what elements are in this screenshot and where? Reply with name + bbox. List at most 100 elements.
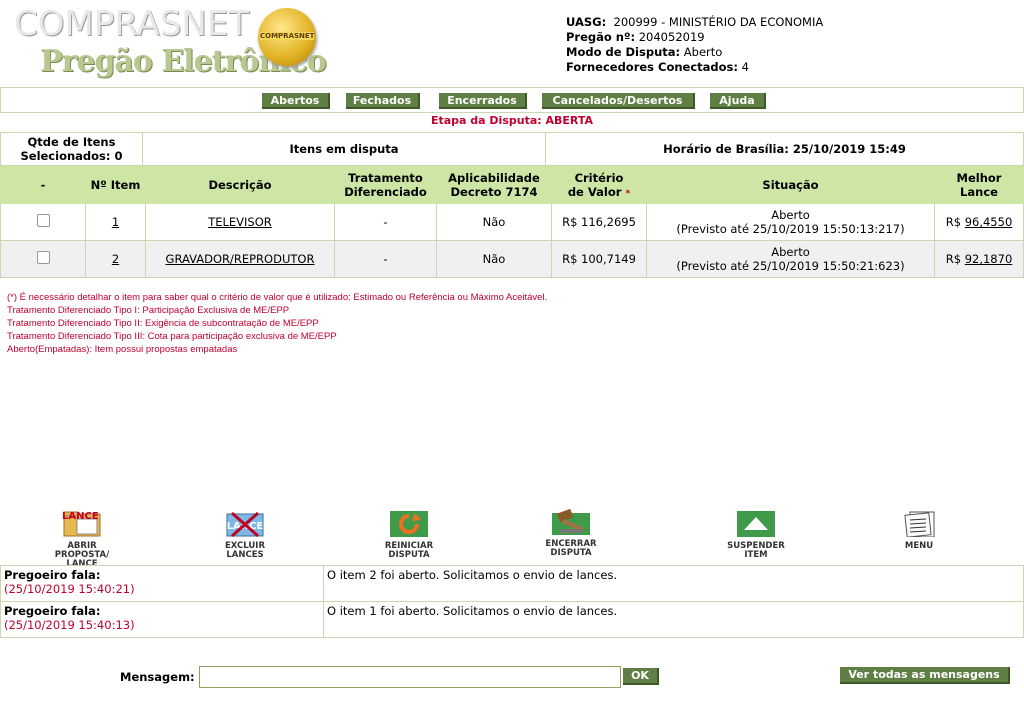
item-number[interactable]: 1 — [85, 203, 146, 241]
horario-brasilia: Horário de Brasília: 25/10/2019 15:49 — [545, 132, 1024, 166]
pregao-line: Pregão nº: 204052019 — [566, 30, 705, 44]
lance-prefix: R$ — [945, 252, 962, 266]
excluir-lances-button[interactable]: LANCE EXCLUIR LANCES — [205, 511, 285, 560]
etapa-disputa: Etapa da Disputa: ABERTA — [430, 114, 594, 127]
excluir-label-2: LANCES — [226, 550, 264, 560]
chat-speaker-cell: Pregoeiro fala: (25/10/2019 15:40:13) — [0, 601, 324, 638]
tab-fechados[interactable]: Fechados — [346, 93, 420, 109]
pregao-value: 204052019 — [638, 30, 705, 44]
col-descricao: Descrição — [145, 166, 335, 204]
summary-row: Qtde de Itens Selecionados: 0 Itens em di… — [0, 132, 1024, 166]
reiniciar-label-2: DISPUTA — [388, 550, 430, 560]
items-table: - Nº Item Descrição Tratamento Diferencia… — [0, 166, 1024, 278]
item-number[interactable]: 2 — [85, 240, 146, 278]
menu-button[interactable]: MENU — [879, 511, 959, 551]
col-criterio-2: de Valor — [567, 185, 622, 199]
item-tratamento: - — [334, 203, 437, 241]
item-number-link[interactable]: 1 — [112, 215, 119, 229]
item-checkbox[interactable] — [36, 214, 50, 227]
fornecedores-value: 4 — [741, 60, 749, 74]
tab-abertos[interactable]: Abertos — [262, 93, 330, 109]
row-checkbox-cell — [0, 240, 86, 278]
col-tratamento: Tratamento Diferenciado — [334, 166, 437, 204]
uasg-value: 200999 - MINISTÉRIO DA ECONOMIA — [613, 15, 824, 29]
item-tratamento: - — [334, 240, 437, 278]
item-number-link[interactable]: 2 — [112, 252, 119, 266]
suspender-label-2: ITEM — [744, 550, 768, 560]
item-descricao[interactable]: GRAVADOR/REPRODUTOR — [145, 240, 335, 278]
item-descricao-link[interactable]: GRAVADOR/REPRODUTOR — [166, 252, 315, 266]
ver-todas-mensagens-button[interactable]: Ver todas as mensagens — [840, 667, 1010, 684]
chat-speaker-cell: Pregoeiro fala: (25/10/2019 15:40:21) — [0, 565, 324, 602]
item-melhor-lance: R$ 96,4550 — [934, 203, 1024, 241]
note-empatadas: Aberto(Empatadas): Item possui propostas… — [7, 344, 238, 355]
modo-label: Modo de Disputa: — [566, 45, 681, 59]
item-criterio: R$ 100,7149 — [551, 240, 647, 278]
modo-value: Aberto — [683, 45, 723, 59]
fornecedores-line: Fornecedores Conectados: 4 — [566, 60, 749, 74]
item-situacao: Aberto (Previsto até 25/10/2019 15:50:21:… — [646, 240, 935, 278]
lance-value-link[interactable]: 92,1870 — [965, 252, 1013, 266]
situacao-status: Aberto — [771, 208, 810, 222]
chat-log: Pregoeiro fala: (25/10/2019 15:40:21) O i… — [0, 565, 1024, 638]
qtde-line1: Qtde de Itens — [27, 135, 116, 149]
suspender-item-button[interactable]: SUSPENDER ITEM — [716, 511, 796, 560]
chat-speaker: Pregoeiro fala: — [4, 604, 101, 618]
seal-text: COMPRASNET — [260, 32, 315, 40]
item-melhor-lance: R$ 92,1870 — [934, 240, 1024, 278]
abrir-proposta-lance-button[interactable]: LANCE ABRIR PROPOSTA/ LANCE — [42, 511, 122, 569]
table-row: 2 GRAVADOR/REPRODUTOR - Não R$ 100,7149 … — [0, 240, 1024, 278]
ok-button[interactable]: OK — [623, 668, 659, 685]
encerrar-label-2: DISPUTA — [550, 548, 592, 558]
lance-value-link[interactable]: 96,4550 — [965, 215, 1013, 229]
tab-cancelados-desertos[interactable]: Cancelados/Desertos — [542, 93, 695, 109]
qtde-selecionados: Qtde de Itens Selecionados: 0 — [0, 132, 143, 166]
item-checkbox[interactable] — [36, 251, 50, 264]
menu-label: MENU — [904, 541, 934, 551]
mensagem-label: Mensagem: — [120, 670, 195, 684]
item-situacao: Aberto (Previsto até 25/10/2019 15:50:13:… — [646, 203, 935, 241]
mensagem-input[interactable] — [199, 666, 621, 688]
criterio-star: * — [625, 189, 631, 199]
col-aplic-2: Decreto 7174 — [450, 185, 538, 199]
menu-list-icon — [904, 511, 935, 538]
chat-timestamp: (25/10/2019 15:40:21) — [4, 582, 135, 596]
itens-em-disputa: Itens em disputa — [142, 132, 546, 166]
tab-ajuda[interactable]: Ajuda — [710, 93, 766, 109]
item-aplicabilidade: Não — [436, 203, 552, 241]
chat-message: Pregoeiro fala: (25/10/2019 15:40:13) O i… — [0, 601, 1024, 638]
chat-timestamp: (25/10/2019 15:40:13) — [4, 618, 135, 632]
col-aplicabilidade: Aplicabilidade Decreto 7174 — [436, 166, 552, 204]
encerrar-disputa-button[interactable]: ENCERRAR DISPUTA — [531, 508, 611, 558]
col-item: Nº Item — [85, 166, 146, 204]
suspend-triangle-icon — [737, 511, 775, 537]
col-situacao: Situação — [646, 166, 935, 204]
note-tipo-2: Tratamento Diferenciado Tipo II: Exigênc… — [7, 318, 319, 329]
pregao-label: Pregão nº: — [566, 30, 636, 44]
note-tipo-1: Tratamento Diferenciado Tipo I: Particip… — [7, 305, 290, 316]
note-criterio: (*) É necessário detalhar o item para sa… — [7, 292, 548, 303]
lance-prefix: R$ — [945, 215, 962, 229]
col-aplic-1: Aplicabilidade — [448, 171, 540, 185]
situacao-previsto: (Previsto até 25/10/2019 15:50:13:217) — [676, 222, 905, 236]
col-melhor-lance: Melhor Lance — [934, 166, 1024, 204]
col-check: - — [0, 166, 86, 204]
delete-lance-icon: LANCE — [226, 511, 264, 538]
uasg-line: UASG: 200999 - MINISTÉRIO DA ECONOMIA — [566, 15, 823, 29]
col-tratamento-1: Tratamento — [348, 171, 423, 185]
col-criterio-1: Critério — [574, 171, 624, 185]
chat-text: O item 1 foi aberto. Solicitamos o envio… — [323, 601, 1024, 638]
table-header: - Nº Item Descrição Tratamento Diferencia… — [0, 166, 1024, 204]
item-criterio: R$ 116,2695 — [551, 203, 647, 241]
reiniciar-disputa-button[interactable]: REINICIAR DISPUTA — [369, 511, 449, 560]
lance-icon-text: LANCE — [62, 511, 99, 522]
table-row: 1 TELEVISOR - Não R$ 116,2695 Aberto (Pre… — [0, 203, 1024, 241]
gavel-icon — [552, 508, 590, 535]
item-descricao-link[interactable]: TELEVISOR — [208, 215, 272, 229]
tab-encerrados[interactable]: Encerrados — [439, 93, 527, 109]
restart-icon — [390, 511, 428, 537]
item-descricao[interactable]: TELEVISOR — [145, 203, 335, 241]
note-tipo-3: Tratamento Diferenciado Tipo III: Cota p… — [7, 331, 337, 342]
chat-message: Pregoeiro fala: (25/10/2019 15:40:21) O i… — [0, 565, 1024, 602]
row-checkbox-cell — [0, 203, 86, 241]
